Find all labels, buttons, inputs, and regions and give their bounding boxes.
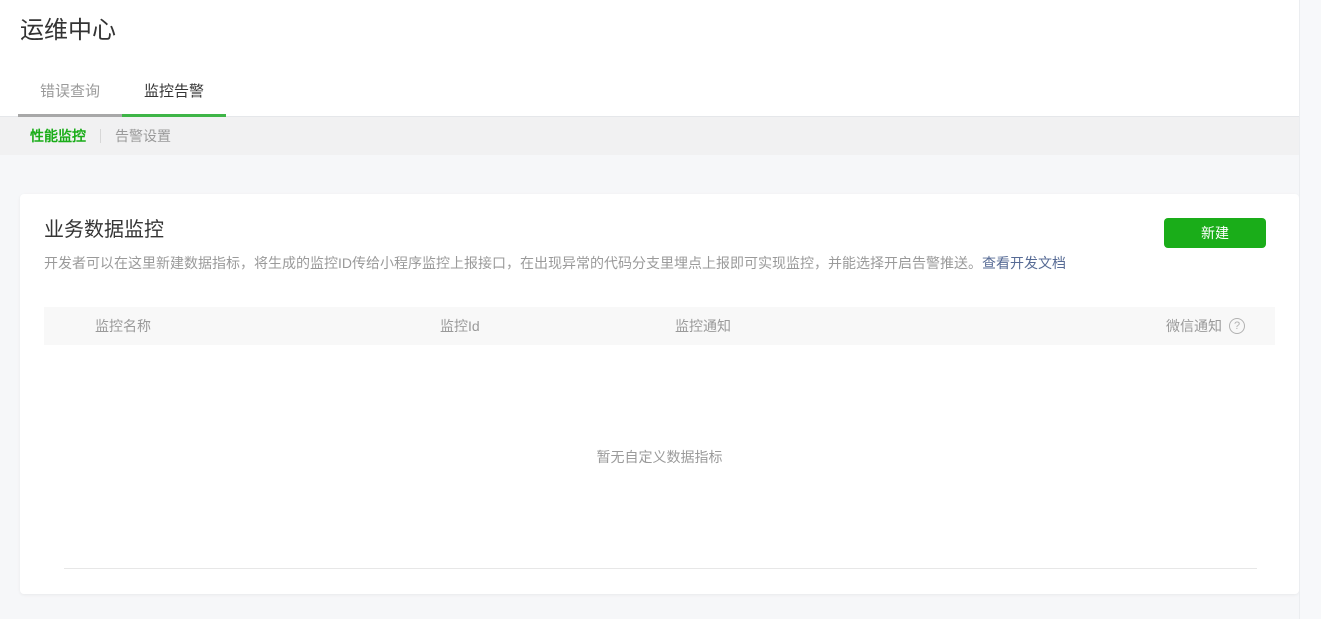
page-title: 运维中心 [0,0,1321,46]
tab-monitor-alert[interactable]: 监控告警 [122,80,226,117]
card-description-text: 开发者可以在这里新建数据指标，将生成的监控ID传给小程序监控上报接口，在出现异常… [44,255,982,271]
column-header-wechat-notify-label: 微信通知 [1166,316,1222,336]
subnav-item-performance-monitor[interactable]: 性能监控 [30,126,86,146]
page-header: 运维中心 错误查询 监控告警 [0,0,1321,117]
business-data-monitor-card: 业务数据监控 开发者可以在这里新建数据指标，将生成的监控ID传给小程序监控上报接… [20,194,1299,594]
column-header-monitor-id: 监控Id [440,316,675,336]
create-button[interactable]: 新建 [1164,218,1266,248]
empty-state-text: 暂无自定义数据指标 [597,447,723,467]
empty-state: 暂无自定义数据指标 [44,345,1275,568]
subnav-item-alert-settings[interactable]: 告警设置 [115,126,171,146]
card-description: 开发者可以在这里新建数据指标，将生成的监控ID传给小程序监控上报接口，在出现异常… [44,253,1275,273]
column-header-monitor-notify: 监控通知 [675,316,1166,336]
scrollbar-track[interactable] [1299,0,1321,619]
column-header-monitor-name: 监控名称 [44,316,440,336]
main-tab-bar: 错误查询 监控告警 [0,80,1321,117]
card-footer-divider [64,568,1257,569]
table-header-row: 监控名称 监控Id 监控通知 微信通知 ? [44,307,1275,345]
help-icon[interactable]: ? [1229,318,1245,334]
tab-error-query[interactable]: 错误查询 [18,80,122,117]
sub-nav: 性能监控 告警设置 [0,117,1321,155]
subnav-divider [100,129,101,143]
column-header-wechat-notify: 微信通知 ? [1166,316,1275,336]
ops-center-page: 运维中心 错误查询 监控告警 性能监控 告警设置 业务数据监控 开发者可以在这里… [0,0,1321,594]
card-title: 业务数据监控 [44,216,1275,244]
doc-link[interactable]: 查看开发文档 [982,255,1066,271]
